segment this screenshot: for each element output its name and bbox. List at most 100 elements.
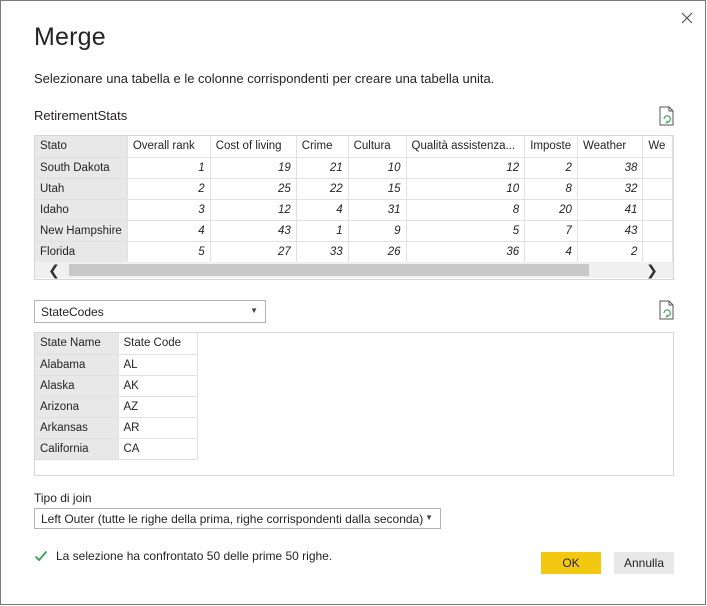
column-header[interactable]: Cultura [348,136,407,158]
table2-select[interactable]: StateCodes ▼ [34,300,266,323]
table-cell: 22 [296,178,349,200]
table-cell: 43 [577,220,644,242]
dialog-title: Merge [34,23,106,51]
table-cell [642,199,673,221]
table-cell: 26 [348,241,407,263]
table-cell: 3 [127,199,211,221]
column-header[interactable]: Stato [35,136,128,158]
table-cell: 27 [210,241,297,263]
table2-header-row: State Name State Code [35,333,198,355]
table-cell: 2 [127,178,211,200]
table1-preview: Stato Overall rank Cost of living Crime … [34,135,674,280]
table-cell: 8 [524,178,578,200]
scroll-right-icon[interactable]: ❯ [641,262,663,278]
refresh-preview-icon[interactable] [658,106,676,126]
table-row: California CA [35,438,198,460]
column-header[interactable]: State Code [118,333,198,355]
table-cell: 7 [524,220,578,242]
table-cell [642,157,673,179]
table-row: Arkansas AR [35,417,198,439]
join-type-value: Left Outer (tutte le righe della prima, … [41,512,424,526]
column-header[interactable]: We [642,136,673,158]
table-cell [642,241,673,263]
table-cell: California [35,438,119,460]
table-cell: 1 [296,220,349,242]
table-cell: 41 [577,199,644,221]
table-row: New Hampshire 4 43 1 9 5 7 43 [35,220,673,242]
check-icon [34,550,48,562]
cancel-button[interactable]: Annulla [614,552,674,574]
table-cell: CA [118,438,198,460]
scrollbar-thumb[interactable] [69,264,589,276]
column-header[interactable]: Crime [296,136,349,158]
dialog-subtitle: Selezionare una tabella e le colonne cor… [34,71,495,86]
table-cell: 21 [296,157,349,179]
table-cell: AK [118,375,198,397]
table-cell: Arkansas [35,417,119,439]
table1-grid: Stato Overall rank Cost of living Crime … [35,136,673,263]
close-icon[interactable] [677,8,697,28]
table-cell: Alaska [35,375,119,397]
table-cell: AZ [118,396,198,418]
table-cell: 36 [406,241,526,263]
table-cell: 33 [296,241,349,263]
table2-preview: State Name State Code Alabama AL Alaska … [34,332,674,476]
table-row: Utah 2 25 22 15 10 8 32 [35,178,673,200]
column-header[interactable]: State Name [35,333,119,355]
table-cell: 10 [406,178,526,200]
table-row: Arizona AZ [35,396,198,418]
table-cell: 1 [127,157,211,179]
table-cell: 38 [577,157,644,179]
table-cell: 5 [127,241,211,263]
table-cell: 8 [406,199,526,221]
table-cell: Florida [35,241,128,263]
table-cell: New Hampshire [35,220,128,242]
table2-select-value: StateCodes [41,305,104,319]
table-cell: 25 [210,178,297,200]
table-cell: AR [118,417,198,439]
match-status-text: La selezione ha confrontato 50 delle pri… [56,549,333,563]
refresh-preview-icon[interactable] [658,300,676,320]
column-header[interactable]: Qualità assistenza... [406,136,526,158]
table-cell: 2 [577,241,644,263]
table-cell: 32 [577,178,644,200]
join-type-label: Tipo di join [34,491,92,505]
table-cell: 4 [524,241,578,263]
table-row: Florida 5 27 33 26 36 4 2 [35,241,673,263]
table-cell: 12 [406,157,526,179]
table-cell: South Dakota [35,157,128,179]
table-row: South Dakota 1 19 21 10 12 2 38 [35,157,673,179]
table-cell: AL [118,354,198,376]
scroll-left-icon[interactable]: ❮ [43,262,65,278]
join-type-select[interactable]: Left Outer (tutte le righe della prima, … [34,508,441,529]
table-cell: 10 [348,157,407,179]
table-cell: 5 [406,220,526,242]
table-cell: 19 [210,157,297,179]
table1-name: RetirementStats [34,108,128,123]
table2-grid: State Name State Code Alabama AL Alaska … [35,333,198,460]
table1-header-row: Stato Overall rank Cost of living Crime … [35,136,673,158]
chevron-down-icon: ▼ [425,513,433,522]
horizontal-scrollbar[interactable]: ❮ ❯ [35,262,673,278]
column-header[interactable]: Weather [577,136,644,158]
chevron-down-icon: ▼ [250,306,258,315]
table-cell: 2 [524,157,578,179]
table-cell [642,220,673,242]
column-header[interactable]: Imposte [524,136,578,158]
table-cell: 4 [296,199,349,221]
column-header[interactable]: Cost of living [210,136,297,158]
table-cell: 4 [127,220,211,242]
table-cell: Utah [35,178,128,200]
table-row: Idaho 3 12 4 31 8 20 41 [35,199,673,221]
table-cell: Idaho [35,199,128,221]
table-cell: 12 [210,199,297,221]
match-status: La selezione ha confrontato 50 delle pri… [34,549,332,563]
table-cell: 20 [524,199,578,221]
merge-dialog: Merge Selezionare una tabella e le colon… [0,0,706,605]
table-cell [642,178,673,200]
column-header[interactable]: Overall rank [127,136,211,158]
ok-button[interactable]: OK [541,552,601,574]
table-cell: 15 [348,178,407,200]
table-cell: Alabama [35,354,119,376]
table-row: Alaska AK [35,375,198,397]
